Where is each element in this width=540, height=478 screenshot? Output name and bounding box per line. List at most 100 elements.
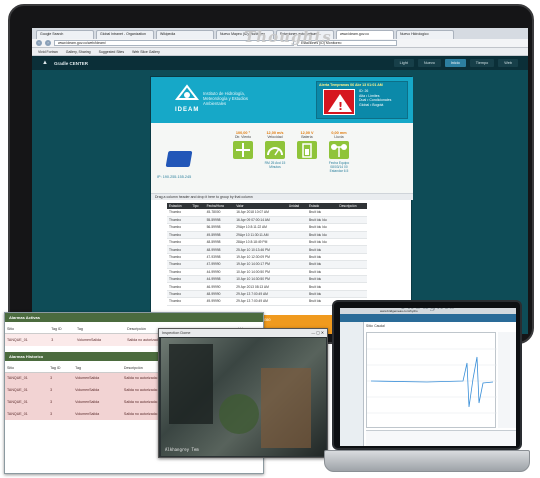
laptop-line-chart [366, 332, 497, 428]
table-row[interactable]: Thumbo 47-99990 19 Apr 10 14:00:17 PM Bruit… [167, 260, 367, 269]
table-cell [337, 260, 367, 269]
nav-item-selected[interactable]: Inicio [444, 59, 466, 67]
metric-wind-direction: 100,00 ° Dir. Viento [229, 131, 257, 159]
column-header[interactable]: Sitio [5, 325, 50, 334]
table-cell [286, 238, 307, 247]
router-device-icon [165, 151, 193, 167]
table-cell [286, 223, 307, 232]
table-cell: 29 Apr 13 7:00:49 AM [234, 297, 287, 306]
table-cell: Thumbo [167, 297, 191, 306]
brand-short-name: IDEAM [175, 107, 200, 113]
bookmark-item[interactable]: Gallery, Sharing [66, 50, 91, 54]
alarm-cell: VolumenSalida [73, 408, 122, 420]
table-cell: 48-99990 [204, 290, 235, 299]
watermark: Thoughts [244, 28, 332, 46]
metric-wind-speed: 12,00 m/s Velocidad RM 25 Avd 15 Minutos [261, 131, 289, 169]
table-row[interactable]: Thumbo 44-99998 10 Apr 10 14:30:50 PM Bruit… [167, 275, 367, 284]
table-cell: 10 Apr 10 14:30:50 PM [234, 275, 287, 284]
column-header[interactable]: Tag [75, 325, 126, 334]
alarm-cell: 3 [48, 408, 74, 420]
table-cell: 48-99998 [204, 245, 235, 254]
top-nav: Light Nuevo Inicio Tiempo Web [393, 59, 518, 67]
table-row[interactable]: Thumbo 48-99990 29 Apr 13 7:00:49 AM Bruit … [167, 290, 367, 299]
nav-item[interactable]: Tiempo [469, 59, 495, 67]
bookmark-item[interactable]: Web Slice Gallery [132, 50, 160, 54]
table-cell: 49-59998 [204, 231, 235, 240]
table-cell: Bruit Idu [306, 260, 338, 269]
table-cell: 28Apr 10 8:18:49 PM [234, 238, 287, 247]
door-frame-shape [169, 344, 213, 424]
alarm-cell: TANQUE_01 [5, 333, 50, 346]
browser-tab[interactable]: Google Search [36, 30, 94, 39]
table-cell: Bruit Idu Idu [306, 223, 338, 232]
readings-table: Estación Tipo Fecha/Hora Valor Unidad Es… [167, 203, 367, 306]
nav-item[interactable]: Light [393, 59, 414, 67]
table-row[interactable]: Thumbo 48-59998 28Apr 10 8:18:49 PM Bruit I… [167, 238, 367, 247]
series-line [370, 356, 494, 408]
table-cell: 19 Apr 10 12:30:09 PM [234, 253, 287, 262]
table-cell [337, 216, 367, 225]
table-cell: Thumbo [167, 223, 191, 232]
table-cell: Thumbo [167, 290, 191, 299]
desktop-monitor: Google Search Global Intranet - Organiza… [8, 4, 534, 344]
table-cell [337, 245, 367, 254]
table-row[interactable]: Thumbo 45-78000 16 Apr 2018 10:07 AM Bruit … [167, 209, 367, 217]
laptop-side-panel [340, 322, 364, 446]
table-cell [337, 253, 367, 262]
nav-item[interactable]: Web [498, 59, 518, 67]
table-cell: Thumbo [167, 260, 191, 269]
table-cell: 49-99990 [204, 297, 235, 306]
alert-title: Alerta Tempranas 06 Abr 13 01:01 AM [319, 83, 383, 87]
alert-details: ID: 26 Alta • Límites Dual • Condicional… [359, 89, 409, 107]
table-cell: 47-93998 [204, 253, 235, 262]
browser-tab[interactable]: Wikipedia [156, 30, 214, 39]
table-cell: 48-59998 [204, 238, 235, 247]
table-cell: Bruit Idu Idu [306, 216, 338, 225]
table-row[interactable]: Thumbo 56-59998 29Apr 10 8:11:22 AM Bruit I… [167, 223, 367, 232]
metric-battery: 12,00 V Batería [293, 131, 321, 159]
column-header[interactable]: Tag ID [48, 363, 74, 373]
table-row[interactable]: Thumbo 49-59998 29Apr 10 11:30:11 AM Bruit … [167, 231, 367, 240]
table-row[interactable]: Thumbo 48-99998 25 Apr 10 10:13:46 PM Bruit… [167, 245, 367, 254]
table-row[interactable]: Thumbo 44-99990 10 Apr 10 14:00:50 PM Bruit… [167, 268, 367, 277]
table-cell [286, 216, 307, 225]
grid-group-hint: Drag a column header and drop it here to… [151, 193, 413, 200]
table-row[interactable]: Thumbo 55-59998 16 Apr 09 07:00:14 AM Bruit… [167, 216, 367, 225]
alarm-cell: TANQUE_01 [5, 396, 49, 408]
table-cell: Thumbo [167, 245, 191, 254]
table-cell: 45-78000 [204, 209, 235, 217]
back-icon[interactable]: ‹ [36, 40, 42, 46]
table-cell: 25 Apr 10 10:13:46 PM [234, 245, 287, 254]
laptop-screen: www.bridgemeas.com/hydro Sitio: Caudal T… [332, 300, 522, 450]
table-cell: Thumbo [167, 268, 191, 277]
gauge-icon [265, 141, 285, 159]
table-cell: 47-99990 [204, 260, 235, 269]
svg-text:!: ! [338, 100, 343, 113]
table-row[interactable]: Thumbo 46-99990 29 Apr 2013 08:13 AM Bruit … [167, 282, 367, 291]
bookmark-item[interactable]: Vivid Fortran [38, 50, 58, 54]
table-cell: Thumbo [167, 275, 191, 284]
table-cell: 29 Apr 2013 08:13 AM [234, 282, 287, 291]
table-cell [190, 253, 205, 262]
laptop-display: www.bridgemeas.com/hydro Sitio: Caudal T… [340, 308, 516, 446]
nav-item[interactable]: Nuevo [417, 59, 441, 67]
alarm-cell: VolumenSalida [73, 372, 122, 384]
table-cell: 19 Apr 10 14:00:17 PM [234, 260, 287, 269]
browser-tab-active[interactable]: www.ideam.gov.co [336, 30, 394, 39]
column-header[interactable]: Tag [73, 363, 122, 373]
table-cell [286, 290, 307, 299]
column-header[interactable]: Sitio [5, 363, 49, 373]
table-cell: Bruit Idu [306, 209, 338, 217]
column-header[interactable]: Tag ID [49, 325, 76, 334]
forward-icon[interactable]: › [45, 40, 51, 46]
bookmark-item[interactable]: Suggested Sites [99, 50, 125, 54]
browser-tab[interactable]: Nuevo Hidrologico [396, 30, 454, 39]
table-cell [190, 275, 205, 284]
warning-icon: ! [323, 89, 355, 115]
table-cell [190, 268, 205, 277]
table-row[interactable]: Thumbo 47-93998 19 Apr 10 12:30:09 PM Bruit… [167, 253, 367, 262]
alert-box: Alerta Tempranas 06 Abr 13 01:01 AM ! ID… [316, 81, 408, 119]
table-cell: 29Apr 10 8:11:22 AM [234, 223, 287, 232]
alarm-cell: TANQUE_01 [5, 408, 49, 420]
browser-tab[interactable]: Global Intranet - Organization [96, 30, 154, 39]
